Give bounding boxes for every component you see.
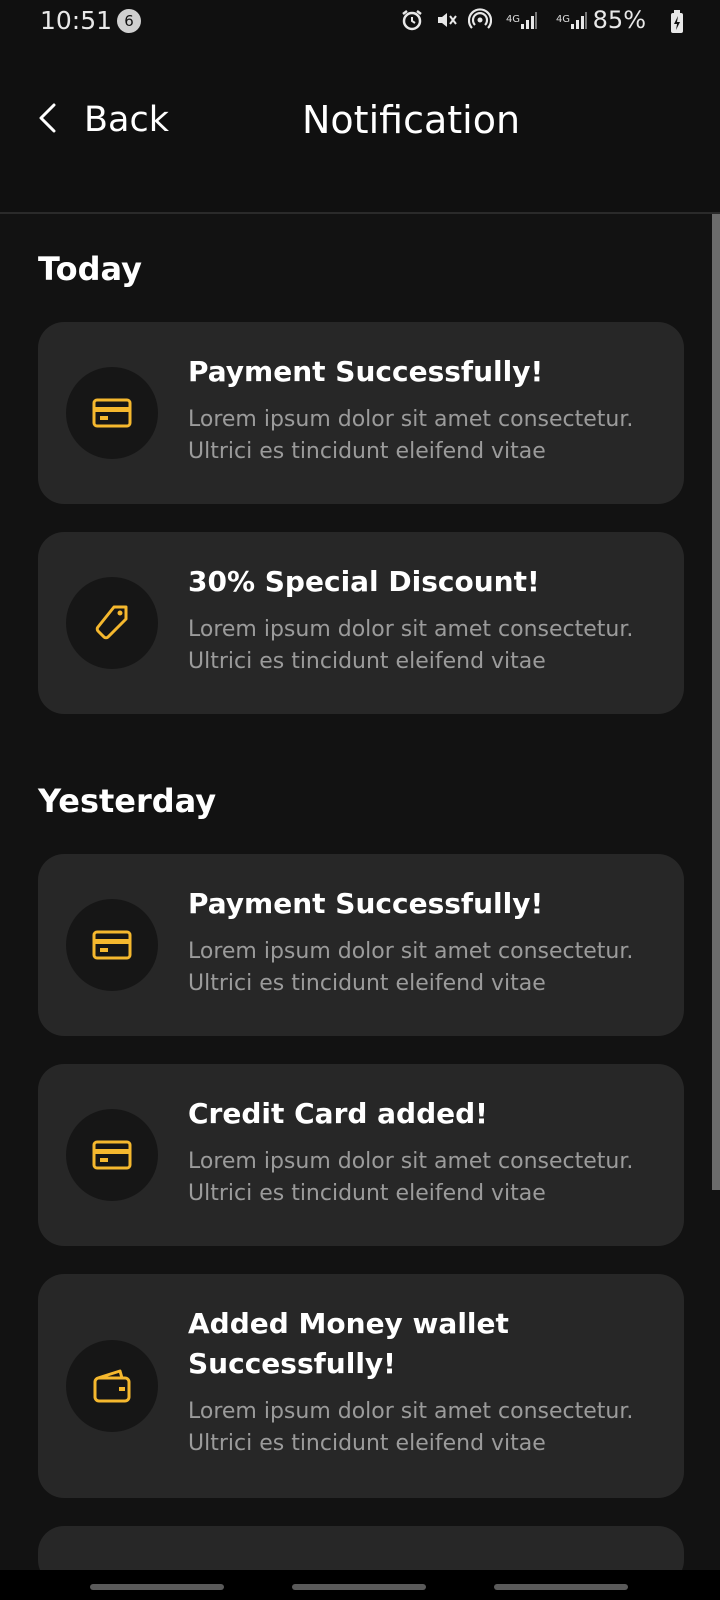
icon-circle <box>66 1109 158 1201</box>
notification-text: Lorem ipsum dolor sit amet consectetur. … <box>188 1149 634 1206</box>
signal-icon-1: 4G <box>502 8 542 32</box>
notification-card[interactable]: Added Money wallet Successfully! Lorem i… <box>38 1274 684 1498</box>
icon-circle <box>66 899 158 991</box>
tag-icon <box>95 605 128 640</box>
notification-title: 30% Special Discount! <box>188 565 540 598</box>
notification-text: Lorem ipsum dolor sit amet consectetur. … <box>188 1399 634 1456</box>
icon-circle <box>66 1340 158 1432</box>
notification-card[interactable]: Payment Successfully! Lorem ipsum dolor … <box>38 322 684 504</box>
nav-home-button[interactable] <box>292 1584 426 1590</box>
nav-recents-button[interactable] <box>90 1584 224 1590</box>
battery-charging-icon <box>670 10 684 34</box>
wallet-icon <box>93 1369 131 1403</box>
notification-card[interactable]: 30% Special Discount! Lorem ipsum dolor … <box>38 532 684 714</box>
battery-percent: 85% <box>592 6 646 34</box>
notification-title: Added Money wallet Successfully! <box>188 1307 509 1380</box>
credit-card-icon <box>92 1140 132 1170</box>
network-type-label: 4G <box>505 14 521 25</box>
section-yesterday: Yesterday <box>38 782 216 820</box>
icon-circle <box>66 577 158 669</box>
mute-vibrate-icon <box>434 8 458 32</box>
notification-title: Payment Successfully! <box>188 355 544 388</box>
back-label: Back <box>84 100 169 140</box>
back-button[interactable]: Back <box>36 100 169 140</box>
notification-text: Lorem ipsum dolor sit amet consectetur. … <box>188 407 634 464</box>
status-bar: 10:51 6 4G 4G 85% <box>0 0 720 44</box>
notification-card[interactable]: Credit Card added! Lorem ipsum dolor sit… <box>38 1064 684 1246</box>
section-today: Today <box>38 250 142 288</box>
nav-back-button[interactable] <box>494 1584 628 1590</box>
notification-text: Lorem ipsum dolor sit amet consectetur. … <box>188 617 634 674</box>
section-title: Today <box>38 250 142 288</box>
hotspot-icon <box>468 8 492 32</box>
section-title: Yesterday <box>38 782 217 820</box>
status-time: 10:51 <box>40 6 113 35</box>
notification-text: Lorem ipsum dolor sit amet consectetur. … <box>188 939 634 996</box>
page-title: Notification <box>302 98 521 142</box>
scrollbar[interactable] <box>712 214 720 1190</box>
network-type-label: 4G <box>555 14 571 25</box>
signal-icon-2: 4G <box>552 8 592 32</box>
credit-card-icon <box>92 930 132 960</box>
app-header: Back Notification <box>0 44 720 214</box>
icon-circle <box>66 367 158 459</box>
alarm-icon <box>400 8 424 32</box>
notification-title: Credit Card added! <box>188 1097 488 1130</box>
notification-title: Payment Successfully! <box>188 887 544 920</box>
notification-card[interactable]: Payment Successfully! Lorem ipsum dolor … <box>38 854 684 1036</box>
chevron-left-icon <box>36 102 58 138</box>
credit-card-icon <box>92 398 132 428</box>
notification-count-badge: 6 <box>117 9 141 33</box>
